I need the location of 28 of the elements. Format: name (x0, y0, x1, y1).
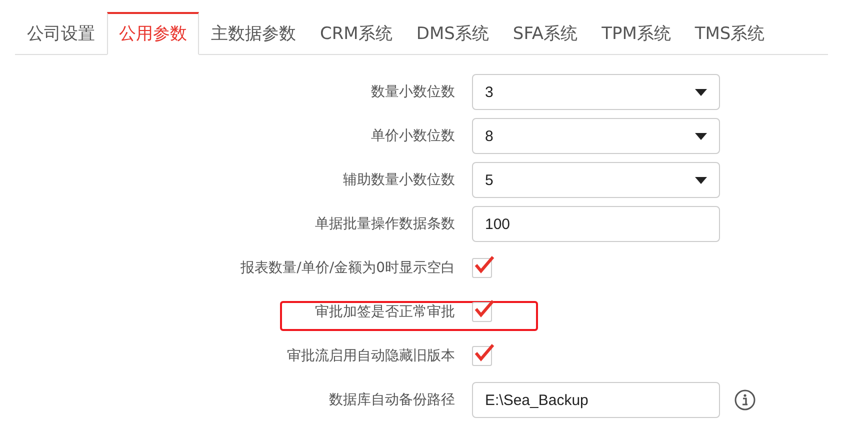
field-label: 辅助数量小数位数 (343, 171, 455, 189)
field-label: 数据库自动备份路径 (329, 391, 455, 409)
tab[interactable]: 公用参数 (107, 12, 199, 55)
info-icon[interactable] (734, 389, 756, 411)
field-label: 单据批量操作数据条数 (315, 215, 455, 233)
input-field[interactable]: E:\Sea_Backup (472, 382, 720, 418)
tab[interactable]: TPM系统 (590, 12, 683, 55)
field-label: 审批流启用自动隐藏旧版本 (287, 347, 455, 365)
select-field[interactable]: 5 (472, 162, 720, 198)
field-label: 单价小数位数 (371, 127, 455, 145)
tab[interactable]: 主数据参数 (199, 12, 308, 55)
caret-icon (695, 88, 707, 96)
tab[interactable]: DMS系统 (404, 12, 501, 55)
input-field[interactable]: 100 (472, 206, 720, 242)
caret-icon (695, 132, 707, 140)
checkbox[interactable] (472, 302, 492, 322)
tab[interactable]: 公司设置 (15, 12, 107, 55)
tab[interactable]: SFA系统 (500, 12, 590, 55)
field-label: 数量小数位数 (371, 83, 455, 101)
field-label: 审批加签是否正常审批 (315, 303, 455, 321)
caret-icon (695, 176, 707, 184)
checkbox[interactable] (472, 258, 492, 278)
select-field[interactable]: 8 (472, 118, 720, 154)
field-label: 报表数量/单价/金额为0时显示空白 (240, 259, 455, 277)
tab[interactable]: CRM系统 (308, 12, 404, 55)
select-field[interactable]: 3 (472, 74, 720, 110)
checkbox[interactable] (472, 346, 492, 366)
tab[interactable]: TMS系统 (682, 12, 777, 55)
